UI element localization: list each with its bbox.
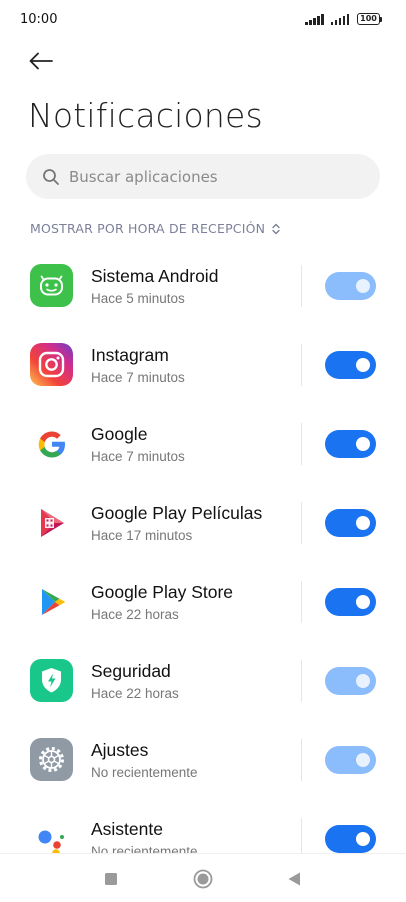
app-last-notification: Hace 7 minutos [91,370,185,385]
settings-gear-icon [30,738,73,781]
divider [301,660,302,702]
google-icon [30,422,73,465]
battery-level: 100 [357,13,380,25]
app-name: Instagram [91,345,169,365]
divider [301,265,302,307]
signal-icon [305,14,324,25]
status-indicators: 100 [305,13,382,25]
app-row-sistema-android[interactable]: Sistema Android Hace 5 minutos [0,246,406,325]
chevron-up-down-icon [272,223,280,234]
app-name: Google [91,424,148,444]
play-store-icon [30,580,73,623]
app-last-notification: Hace 7 minutos [91,449,185,464]
notification-toggle[interactable] [325,825,376,853]
square-recents-icon [105,873,117,885]
app-last-notification: Hace 17 minutos [91,528,193,543]
app-name: Google Play Store [91,582,234,602]
play-movies-icon [30,501,73,544]
circle-home-icon [193,869,213,889]
sort-order-selector[interactable]: MOSTRAR POR HORA DE RECEPCIÓN [30,221,281,236]
app-name: Asistente [91,819,163,839]
notification-toggle[interactable] [325,430,376,458]
app-list: Sistema Android Hace 5 minutos Instagram… [0,246,406,878]
notification-toggle[interactable] [325,272,376,300]
home-button[interactable] [192,868,214,890]
status-bar: 10:00 100 [0,0,406,40]
app-name: Sistema Android [91,266,219,286]
recents-button[interactable] [100,868,122,890]
security-shield-icon [30,659,73,702]
app-name: Seguridad [91,661,171,681]
notification-toggle[interactable] [325,509,376,537]
android-icon [30,264,73,307]
status-time: 10:00 [20,12,58,27]
app-row-ajustes[interactable]: Ajustes No recientemente [0,720,406,799]
divider [301,344,302,386]
app-row-google-play-peliculas[interactable]: Google Play Películas Hace 17 minutos [0,483,406,562]
signal-icon [330,14,349,25]
page-title: Notificaciones [28,96,263,135]
app-last-notification: Hace 5 minutos [91,291,185,306]
nav-back-button[interactable] [283,868,305,890]
app-row-seguridad[interactable]: Seguridad Hace 22 horas [0,641,406,720]
app-name: Google Play Películas [91,503,263,523]
notification-toggle[interactable] [325,746,376,774]
app-last-notification: No recientemente [91,765,198,780]
notification-toggle[interactable] [325,667,376,695]
divider [301,739,302,781]
divider [301,423,302,465]
arrow-left-icon [29,52,53,70]
instagram-icon [30,343,73,386]
app-row-google[interactable]: Google Hace 7 minutos [0,404,406,483]
search-placeholder: Buscar aplicaciones [69,167,218,186]
search-input[interactable]: Buscar aplicaciones [26,154,380,199]
app-last-notification: Hace 22 horas [91,686,179,701]
app-row-google-play-store[interactable]: Google Play Store Hace 22 horas [0,562,406,641]
notification-toggle[interactable] [325,588,376,616]
system-nav-bar [0,853,406,902]
divider [301,502,302,544]
search-icon [43,168,59,185]
app-name: Ajustes [91,740,149,760]
battery-icon: 100 [357,13,382,25]
back-button[interactable] [26,46,56,76]
triangle-back-icon [288,872,300,886]
app-last-notification: Hace 22 horas [91,607,179,622]
app-row-instagram[interactable]: Instagram Hace 7 minutos [0,325,406,404]
divider [301,581,302,623]
notification-toggle[interactable] [325,351,376,379]
sort-label: MOSTRAR POR HORA DE RECEPCIÓN [30,221,266,236]
